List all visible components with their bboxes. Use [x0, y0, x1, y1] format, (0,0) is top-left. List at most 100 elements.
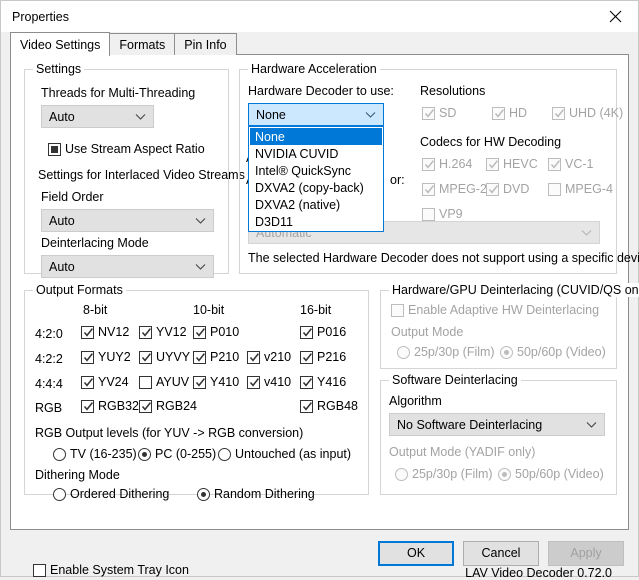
dithering-random-label: Random Dithering — [214, 487, 315, 501]
checkbox-checked-icon — [247, 351, 260, 364]
apply-button: Apply — [548, 540, 624, 566]
hw-decoder-combo-value: None — [256, 107, 286, 122]
ok-button-label: OK — [406, 546, 426, 560]
deinterlacing-mode-combo[interactable]: Auto — [41, 255, 214, 278]
radio-selected-icon — [197, 487, 210, 501]
format-uyvy-checkbox[interactable]: UYVY — [139, 351, 190, 364]
format-nv12-checkbox[interactable]: NV12 — [81, 326, 129, 339]
enable-system-tray-icon-checkbox[interactable]: Enable System Tray Icon — [33, 564, 189, 577]
format-ayuv-checkbox[interactable]: AYUV — [139, 376, 189, 389]
sw-deint-output-mode-label: Output Mode (YADIF only) — [389, 445, 536, 459]
codec-mpeg2-checkbox: MPEG-2 — [422, 183, 487, 196]
dithering-ordered-radio[interactable]: Ordered Dithering — [53, 487, 169, 501]
checkbox-checked-icon — [422, 158, 435, 171]
format-yv12-checkbox[interactable]: YV12 — [139, 326, 187, 339]
format-v210-checkbox[interactable]: v210 — [247, 351, 291, 364]
enable-system-tray-icon-label: Enable System Tray Icon — [50, 563, 189, 578]
dropdown-option-nvidia-cuvid[interactable]: NVIDIA CUVID — [250, 145, 382, 162]
format-p210-checkbox[interactable]: P210 — [193, 351, 239, 364]
checkbox-checked-icon — [552, 107, 565, 120]
codec-vc1-label: VC-1 — [565, 157, 594, 172]
sw-deint-mode-25p30p-radio: 25p/30p (Film) — [395, 467, 493, 481]
use-stream-aspect-ratio-checkbox[interactable]: Use Stream Aspect Ratio — [48, 143, 205, 156]
cancel-button-label: Cancel — [481, 546, 521, 560]
dropdown-option-intel-quicksync[interactable]: Intel® QuickSync — [250, 162, 382, 179]
radio-selected-icon — [138, 447, 151, 461]
format-y410-checkbox[interactable]: Y410 — [193, 376, 239, 389]
ok-button[interactable]: OK — [378, 540, 454, 566]
hw-decoder-combo[interactable]: None — [248, 103, 384, 126]
tab-strip: Video Settings Formats Pin Info — [1, 32, 638, 56]
hw-decoder-label: Hardware Decoder to use: — [248, 84, 394, 98]
format-p216-label: P216 — [317, 350, 347, 365]
format-yuy2-checkbox[interactable]: YUY2 — [81, 351, 131, 364]
format-y410-label: Y410 — [210, 375, 240, 390]
format-rgb24-label: RGB24 — [156, 399, 197, 414]
checkbox-checked-icon — [81, 326, 94, 339]
deinterlacing-mode-label: Deinterlacing Mode — [41, 236, 149, 250]
threads-combo-value: Auto — [49, 109, 75, 124]
properties-dialog: Properties Video Settings Formats Pin In… — [0, 0, 639, 580]
checkbox-checked-icon — [548, 158, 561, 171]
tab-formats[interactable]: Formats — [109, 33, 176, 55]
dropdown-option-dxva2-native[interactable]: DXVA2 (native) — [250, 196, 382, 213]
close-button[interactable] — [592, 1, 638, 32]
hw-accel-obscured-label-3: or: — [390, 173, 405, 187]
sw-deint-algorithm-combo[interactable]: No Software Deinterlacing — [389, 413, 605, 436]
format-yv12-label: YV12 — [156, 325, 187, 340]
hw-deint-mode-50p60p-radio: 50p/60p (Video) — [500, 345, 606, 359]
radio-unselected-icon — [218, 447, 231, 461]
rgb-level-pc-radio[interactable]: PC (0-255) — [138, 447, 216, 461]
field-order-combo-value: Auto — [49, 213, 75, 228]
col-header-16bit: 16-bit — [300, 303, 332, 317]
format-yv24-checkbox[interactable]: YV24 — [81, 376, 129, 389]
format-p016-checkbox[interactable]: P016 — [300, 326, 346, 339]
resolution-sd-label: SD — [439, 106, 457, 121]
codec-mpeg4-label: MPEG-4 — [565, 182, 613, 197]
format-y416-checkbox[interactable]: Y416 — [300, 376, 346, 389]
format-p210-label: P210 — [210, 350, 240, 365]
hw-accel-group-legend: Hardware Acceleration — [248, 62, 380, 76]
dropdown-option-dxva2-copy-back[interactable]: DXVA2 (copy-back) — [250, 179, 382, 196]
dropdown-option-d3d11[interactable]: D3D11 — [250, 213, 382, 230]
dithering-ordered-label: Ordered Dithering — [70, 487, 170, 501]
format-rgb48-checkbox[interactable]: RGB48 — [300, 400, 358, 413]
format-v210-label: v210 — [264, 350, 292, 365]
tab-pin-info[interactable]: Pin Info — [174, 33, 237, 55]
output-formats-group: Output Formats 8-bit 10-bit 16-bit 4:2:0… — [24, 283, 369, 501]
chevron-down-icon — [195, 263, 206, 270]
rgb-level-untouched-radio[interactable]: Untouched (as input) — [218, 447, 351, 461]
resolution-uhd-label: UHD (4K) — [569, 106, 624, 121]
rgb-level-tv-radio[interactable]: TV (16-235) — [53, 447, 137, 461]
hw-deint-group-legend: Hardware/GPU Deinterlacing (CUVID/QS onl… — [389, 283, 639, 297]
dithering-random-radio[interactable]: Random Dithering — [197, 487, 315, 501]
checkbox-checked-icon — [139, 351, 152, 364]
format-p216-checkbox[interactable]: P216 — [300, 351, 346, 364]
radio-selected-icon — [498, 467, 511, 481]
checkbox-checked-icon — [139, 400, 152, 413]
radio-unselected-icon — [395, 467, 408, 481]
dropdown-option-none[interactable]: None — [250, 128, 382, 145]
checkbox-checked-icon — [300, 326, 313, 339]
checkbox-checked-icon — [193, 376, 206, 389]
format-v410-label: v410 — [264, 375, 292, 390]
rgb-level-pc-label: PC (0-255) — [155, 447, 217, 461]
tab-video-settings[interactable]: Video Settings — [10, 32, 111, 56]
format-y416-label: Y416 — [317, 375, 347, 390]
cancel-button[interactable]: Cancel — [463, 540, 539, 566]
threads-combo[interactable]: Auto — [41, 105, 154, 128]
hw-deint-mode-50p60p-label: 50p/60p (Video) — [517, 345, 606, 359]
codecs-label: Codecs for HW Decoding — [420, 135, 562, 149]
format-v410-checkbox[interactable]: v410 — [247, 376, 291, 389]
format-rgb32-checkbox[interactable]: RGB32 — [81, 400, 139, 413]
checkbox-checked-icon — [422, 107, 435, 120]
format-p010-checkbox[interactable]: P010 — [193, 326, 239, 339]
sw-deint-mode-50p60p-label: 50p/60p (Video) — [515, 467, 604, 481]
dropdown-option-label: D3D11 — [255, 214, 293, 229]
format-rgb24-checkbox[interactable]: RGB24 — [139, 400, 197, 413]
enable-adaptive-hw-deinterlacing-checkbox: Enable Adaptive HW Deinterlacing — [391, 304, 599, 317]
hw-decoder-dropdown-list[interactable]: None NVIDIA CUVID Intel® QuickSync DXVA2… — [248, 126, 384, 232]
settings-group-legend: Settings — [33, 62, 85, 76]
checkbox-checked-icon — [247, 376, 260, 389]
field-order-combo[interactable]: Auto — [41, 209, 214, 232]
